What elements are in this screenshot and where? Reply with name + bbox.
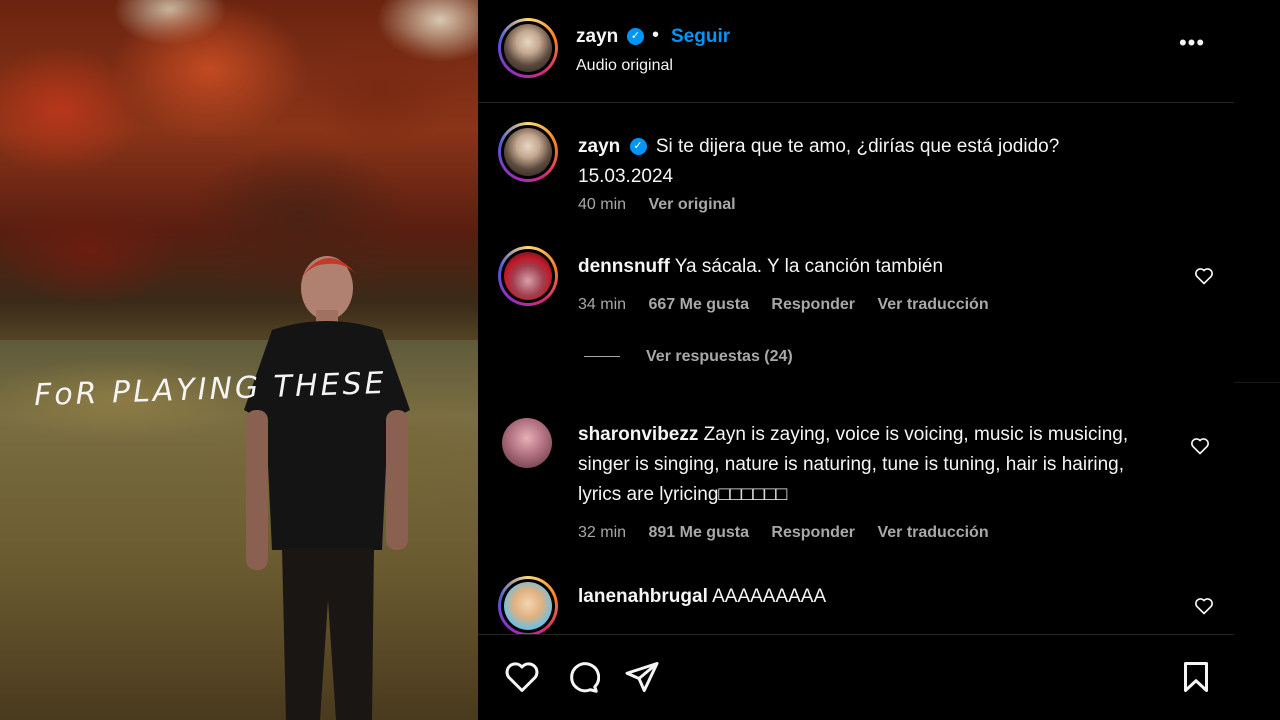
post-header: zayn ✓ • Seguir Audio original •••	[478, 0, 1234, 103]
verified-badge-icon: ✓	[629, 138, 647, 156]
translate-button[interactable]: Ver traducción	[877, 296, 988, 313]
author-avatar[interactable]	[498, 18, 558, 78]
comment-text: sharonvibezz Zayn is zaying, voice is vo…	[578, 420, 1168, 510]
comments-list[interactable]: zayn ✓ Si te dijera que te amo, ¿dirías …	[478, 104, 1234, 634]
comment-avatar[interactable]	[498, 576, 558, 634]
verified-badge-icon: ✓	[627, 28, 644, 45]
comment-body: AAAAAAAAA	[712, 586, 827, 607]
comment-like-icon[interactable]	[1194, 266, 1214, 286]
view-replies-label: Ver respuestas (24)	[646, 348, 793, 365]
post-action-bar	[478, 634, 1234, 720]
comment-avatar[interactable]	[498, 246, 558, 306]
comment-text: dennsnuff Ya sácala. Y la canción tambié…	[578, 252, 1168, 282]
media-person-figure	[244, 256, 410, 720]
caption-avatar[interactable]	[498, 122, 558, 182]
view-replies-button[interactable]: Ver respuestas (24)	[584, 348, 793, 366]
comment-time: 34 min	[578, 296, 627, 313]
comment-time: 32 min	[578, 524, 627, 541]
comment-icon[interactable]	[564, 659, 600, 695]
comment-like-icon[interactable]	[1190, 436, 1210, 456]
view-replies-line	[584, 356, 620, 358]
translate-button[interactable]: Ver traducción	[877, 524, 988, 541]
author-username[interactable]: zayn	[576, 26, 618, 48]
header-separator: •	[652, 24, 660, 46]
comment-likes[interactable]: 891 Me gusta	[648, 524, 748, 541]
post-side-panel: zayn ✓ • Seguir Audio original ••• zayn …	[478, 0, 1234, 720]
reply-button[interactable]: Responder	[771, 296, 855, 313]
follow-button[interactable]: Seguir	[671, 26, 730, 48]
save-icon[interactable]	[1178, 659, 1214, 695]
post-media[interactable]: FoR PLAYING THESE	[0, 0, 478, 720]
comment-body: Ya sácala. Y la canción también	[674, 256, 944, 277]
caption-username[interactable]: zayn	[578, 136, 620, 157]
comment-likes[interactable]: 667 Me gusta	[648, 296, 748, 313]
comment-avatar[interactable]	[502, 418, 552, 468]
caption-time: 40 min	[578, 196, 627, 213]
comment-like-icon[interactable]	[1194, 596, 1214, 616]
caption-meta: 40 min Ver original	[578, 196, 754, 214]
right-edge	[1234, 0, 1280, 720]
audio-link[interactable]: Audio original	[576, 57, 673, 75]
more-options-icon[interactable]: •••	[1178, 32, 1206, 62]
share-icon[interactable]	[624, 659, 660, 695]
comment-meta: 34 min 667 Me gusta Responder Ver traduc…	[578, 296, 1007, 314]
comment-username[interactable]: lanenahbrugal	[578, 586, 708, 607]
comment-text: lanenahbrugal AAAAAAAAA	[578, 582, 1168, 612]
comment-username[interactable]: sharonvibezz	[578, 424, 698, 445]
caption-text: zayn ✓ Si te dijera que te amo, ¿dirías …	[578, 132, 1168, 192]
caption-body: Si te dijera que te amo, ¿dirías que est…	[655, 136, 1060, 157]
reply-button[interactable]: Responder	[771, 524, 855, 541]
comment-meta: 32 min 891 Me gusta Responder Ver traduc…	[578, 524, 1007, 542]
caption-date: 15.03.2024	[578, 166, 674, 187]
see-original-button[interactable]: Ver original	[648, 196, 735, 213]
comment-username[interactable]: dennsnuff	[578, 256, 670, 277]
like-icon[interactable]	[504, 659, 540, 695]
